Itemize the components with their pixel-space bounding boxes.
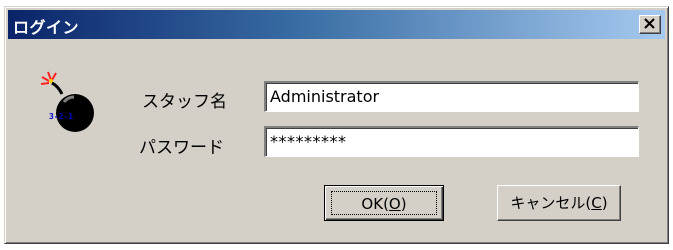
bomb-icon: 3-2-1 [40,71,94,132]
title-bar[interactable]: ログイン [8,10,665,39]
window-title: ログイン [13,18,80,37]
password-field[interactable]: ********* [264,126,639,157]
staff-name-label: スタッフ名 [142,92,227,112]
cancel-button-label: キャンセル [510,194,586,212]
staff-name-field[interactable]: Administrator [264,81,639,112]
close-icon [644,18,655,29]
cancel-button[interactable]: キャンセル(C) [497,185,621,221]
ok-mnemonic: O [388,195,401,213]
cancel-mnemonic: C [591,194,602,212]
password-label: パスワード [139,138,224,158]
ok-button[interactable]: OK(O) [324,185,444,221]
focus-rectangle: OK(O) [331,191,437,215]
close-button[interactable] [639,15,661,34]
bomb-caption: 3-2-1 [49,112,73,121]
ok-button-label: OK [361,195,384,213]
